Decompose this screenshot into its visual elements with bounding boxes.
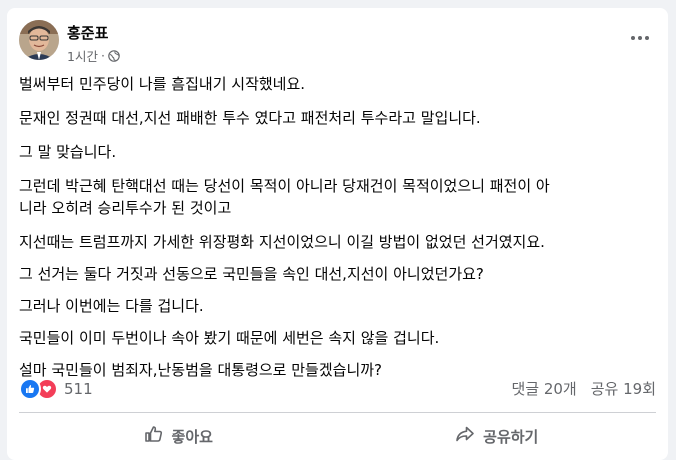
post-line: 그 선거는 둘다 거짓과 선동으로 국민들을 속인 대선,지선이 아니었던가요?	[19, 265, 484, 283]
divider	[19, 412, 656, 413]
share-button[interactable]: 공유하기	[338, 416, 657, 456]
dot-icon	[645, 36, 649, 40]
share-arrow-icon	[455, 424, 475, 448]
more-options-button[interactable]	[626, 28, 654, 48]
share-count[interactable]: 공유 19회	[591, 378, 656, 399]
dot-icon	[631, 36, 635, 40]
reaction-count[interactable]: 511	[64, 380, 93, 398]
author-name[interactable]: 홍준표	[67, 22, 108, 43]
post-line: 그 말 맞습니다.	[19, 143, 117, 161]
post-line: 국민들이 이미 두번이나 속아 봤기 때문에 세번은 속지 않을 겁니다.	[19, 329, 440, 347]
post-meta: 1시간 ·	[67, 46, 120, 65]
post-line: 지선때는 트럼프까지 가세한 위장평화 지선이었으니 이길 방법이 없었던 선거…	[19, 233, 545, 251]
like-icon	[19, 378, 41, 400]
post-line: 벌써부터 민주당이 나를 흠집내기 시작했네요.	[19, 75, 306, 93]
globe-icon	[108, 49, 120, 62]
post-line: 그러나 이번에는 다를 겁니다.	[19, 297, 204, 315]
like-label: 좋아요	[171, 427, 213, 446]
post-stats: 511 댓글 20개 공유 19회	[19, 378, 656, 400]
comment-count[interactable]: 댓글 20개	[511, 378, 576, 399]
post-actions: 좋아요 공유하기	[19, 416, 656, 456]
like-button[interactable]: 좋아요	[19, 416, 338, 456]
meta-separator: ·	[100, 48, 105, 63]
post-line: 그런데 박근혜 탄핵대선 때는 당선이 목적이 아니라 당재건이 목적이었으니 …	[19, 177, 550, 195]
engagement-stats: 댓글 20개 공유 19회	[511, 378, 656, 399]
dot-icon	[638, 36, 642, 40]
author-avatar[interactable]	[19, 20, 59, 60]
post-line: 설마 국민들이 범죄자,난동범을 대통령으로 만들겠습니까?	[19, 361, 383, 379]
post-line: 니라 오히려 승리투수가 된 것이고	[19, 199, 232, 217]
share-label: 공유하기	[483, 427, 539, 446]
post-header: 홍준표 1시간 ·	[19, 20, 656, 64]
post-line: 문재인 정권때 대선,지선 패배한 투수 였다고 패전처리 투수라고 말입니다.	[19, 109, 481, 127]
post-time[interactable]: 1시간	[67, 46, 98, 65]
reaction-summary[interactable]: 511	[19, 378, 93, 400]
thumbs-up-icon	[144, 424, 164, 448]
post-card: 홍준표 1시간 · 벌써부터 민주당이 나를 흠집내기 시작했네요. 문재인 정…	[7, 8, 668, 460]
